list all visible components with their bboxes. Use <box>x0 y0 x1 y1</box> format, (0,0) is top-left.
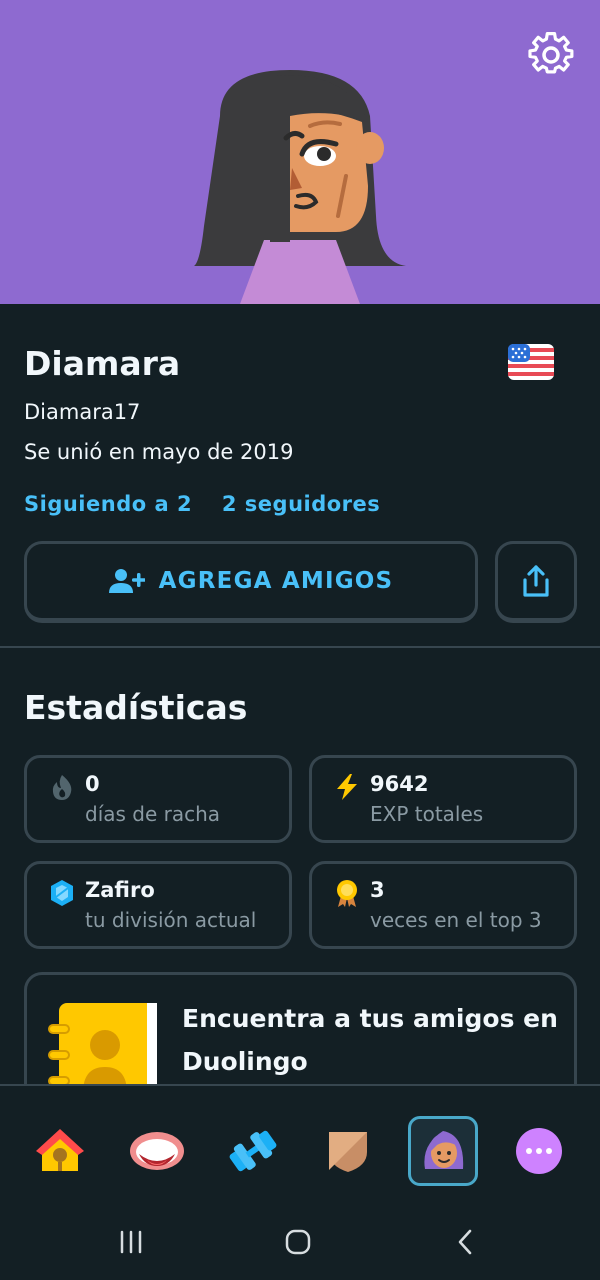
share-button[interactable] <box>495 541 577 623</box>
stat-streak: 0 días de racha <box>24 755 292 843</box>
bottom-tab-bar <box>0 1084 600 1200</box>
tab-speaking[interactable] <box>122 1116 192 1186</box>
stat-value: 3 <box>370 878 385 902</box>
medal-icon <box>337 880 357 907</box>
stat-value: 0 <box>85 772 100 796</box>
home-circle-icon <box>285 1229 311 1255</box>
stats-title: Estadísticas <box>24 688 248 727</box>
recent-apps-button[interactable] <box>111 1222 151 1262</box>
stat-value: 9642 <box>370 772 429 796</box>
add-person-icon <box>108 569 145 593</box>
system-navigation-bar <box>0 1200 600 1280</box>
lightning-icon <box>337 774 357 800</box>
practice-icon <box>229 1130 277 1172</box>
profile-name: Diamara <box>24 344 181 383</box>
stat-league: Zafiro tu división actual <box>24 861 292 949</box>
tab-more[interactable] <box>504 1116 574 1186</box>
tab-home[interactable] <box>25 1116 95 1186</box>
back-chevron-icon <box>458 1229 472 1255</box>
stat-label: EXP totales <box>370 802 484 826</box>
find-friends-text: Encuentra a tus amigos en Duolingo <box>182 1004 558 1076</box>
profile-header <box>0 0 600 304</box>
share-icon <box>523 565 549 597</box>
leagues-icon <box>329 1132 367 1172</box>
recent-apps-icon <box>120 1230 142 1254</box>
stat-top3: 3 veces en el top 3 <box>309 861 577 949</box>
back-button[interactable] <box>446 1222 486 1262</box>
flame-icon <box>52 775 72 800</box>
following-link[interactable]: Siguiendo a 2 <box>24 492 192 516</box>
avatar <box>190 66 410 304</box>
join-date: Se unió en mayo de 2019 <box>24 440 294 464</box>
add-friends-button[interactable]: AGREGA AMIGOS <box>24 541 478 623</box>
tab-profile[interactable] <box>408 1116 478 1186</box>
home-system-button[interactable] <box>278 1222 318 1262</box>
stat-label: tu división actual <box>85 908 257 932</box>
add-friends-label: AGREGA AMIGOS <box>158 568 394 594</box>
profile-info: Diamara Diamara17 Se unió en mayo de 201… <box>0 304 600 648</box>
profile-screen: Diamara Diamara17 Se unió en mayo de 201… <box>0 0 600 1280</box>
stat-label: días de racha <box>85 802 221 826</box>
profile-username: Diamara17 <box>24 400 141 424</box>
gear-icon <box>528 32 574 74</box>
more-icon <box>516 1128 562 1174</box>
follow-stats: Siguiendo a 2 2 seguidores <box>24 492 402 516</box>
stat-xp: 9642 EXP totales <box>309 755 577 843</box>
sapphire-icon <box>51 880 73 906</box>
followers-link[interactable]: 2 seguidores <box>222 492 380 516</box>
home-icon <box>36 1129 84 1171</box>
tab-leagues[interactable] <box>313 1116 383 1186</box>
us-flag-icon[interactable] <box>508 344 554 380</box>
profile-icon <box>424 1131 464 1169</box>
settings-button[interactable] <box>528 32 574 78</box>
stat-value: Zafiro <box>85 878 155 902</box>
stat-label: veces en el top 3 <box>370 908 542 932</box>
speaking-icon <box>130 1132 184 1170</box>
tab-practice[interactable] <box>218 1116 288 1186</box>
